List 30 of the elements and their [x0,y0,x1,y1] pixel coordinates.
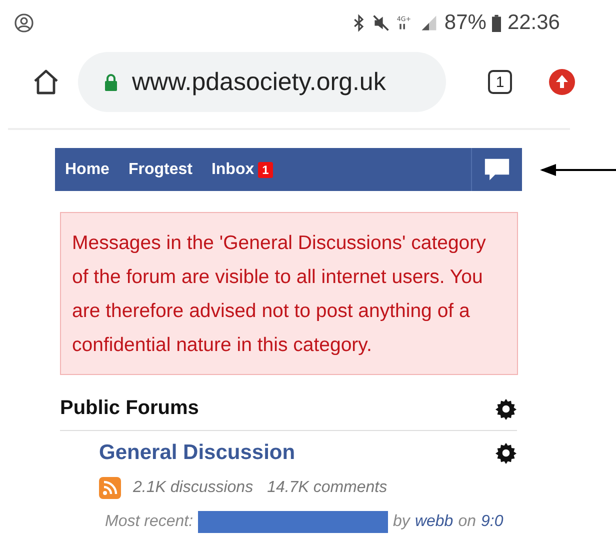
settings-icon[interactable] [495,442,517,464]
address-bar[interactable]: www.pdasociety.org.uk [78,52,446,112]
comment-count: 14.7K comments [267,479,388,497]
tab-count-button[interactable]: 1 [488,70,512,94]
clock: 22:36 [507,11,560,35]
mute-icon [372,14,390,32]
home-icon[interactable] [32,68,60,96]
time-link[interactable]: 9:0 [480,513,504,531]
settings-icon[interactable] [495,398,517,420]
lock-icon [104,73,118,91]
by-label: by [393,513,410,531]
signal-icon [420,14,438,32]
discussion-count: 2.1K discussions [133,479,254,497]
nav-link[interactable]: Inbox [211,160,254,178]
nav-link[interactable]: Home [65,160,110,178]
battery-percent: 87% [444,11,486,35]
warning-message: Messages in the 'General Discussions' category of the forum are visible to all internet users. You are therefore advised not to post anything of a confidential nature in this category. [60,212,518,375]
battery-icon [492,14,502,32]
author-link[interactable]: webb [414,513,454,531]
section-title: Public Forums [60,397,199,420]
nav-link[interactable]: Frogtest [128,160,192,178]
speech-bubble-icon[interactable] [482,156,512,182]
url-text: www.pdasociety.org.uk [132,68,386,96]
account-icon [14,13,34,33]
bluetooth-icon [352,14,366,32]
on-label: on [458,513,476,531]
update-icon[interactable] [548,68,576,96]
forum-title-link[interactable]: General Discussion [99,441,296,465]
unread-count: 1 [258,162,273,178]
recent-label: Most recent: [105,513,194,531]
